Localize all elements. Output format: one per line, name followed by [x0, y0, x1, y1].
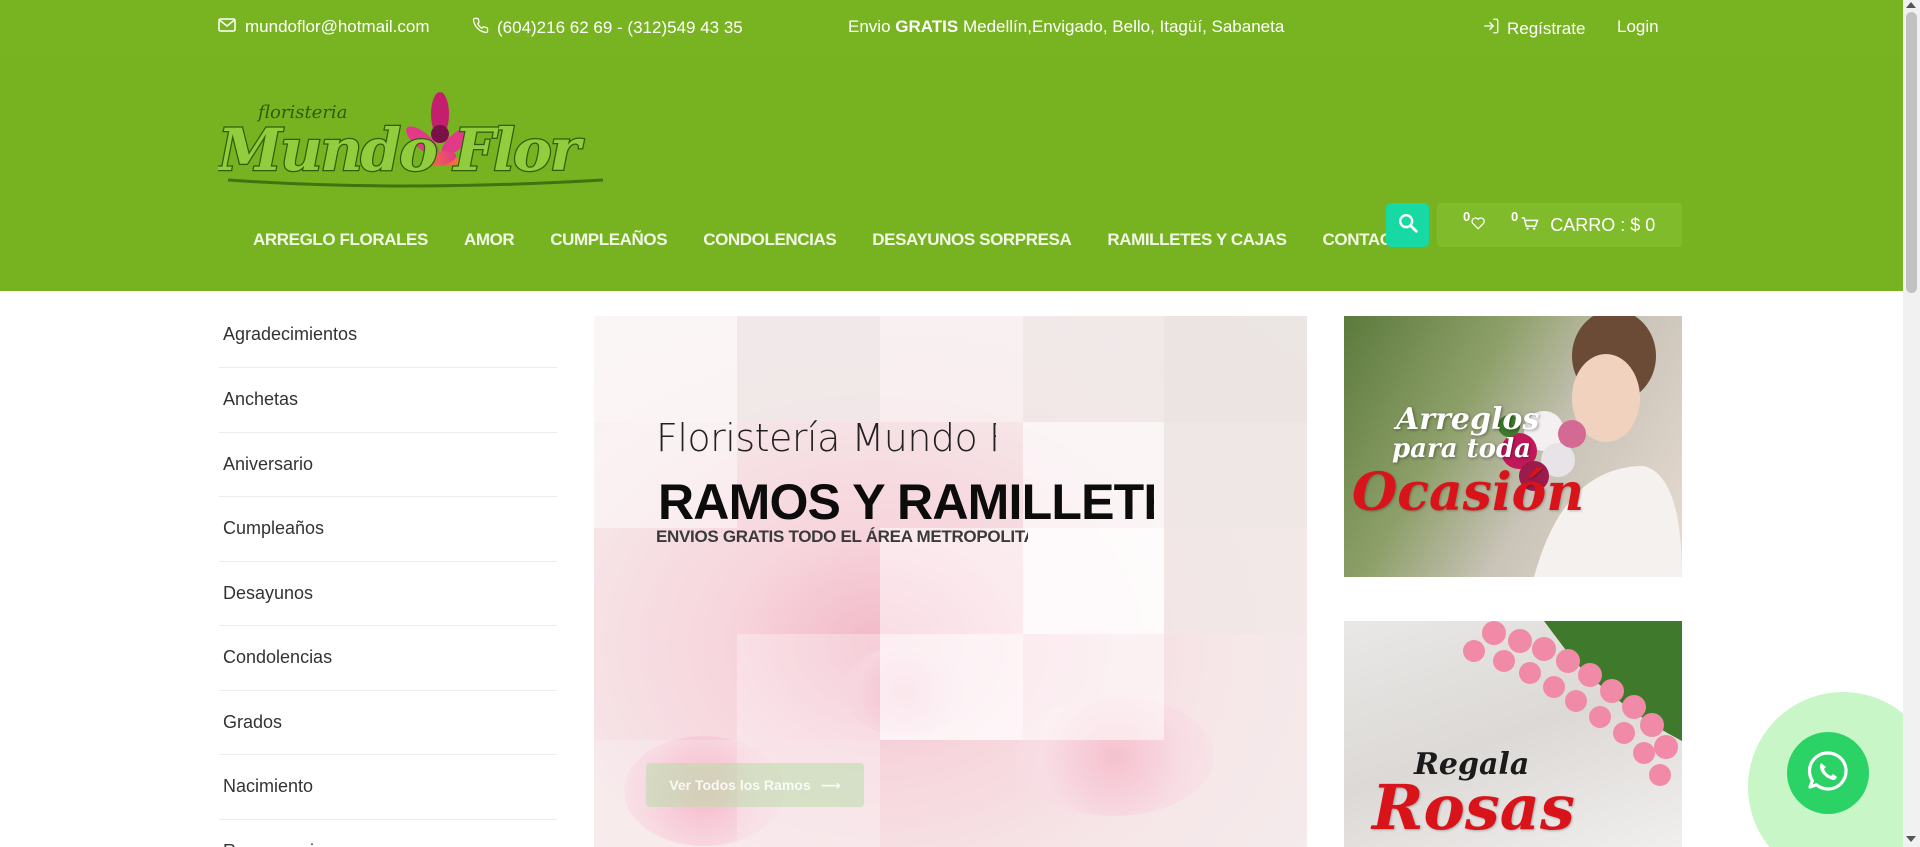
- slider-title: RAMOS Y RAMILLETES: [658, 474, 1154, 530]
- view-all-bouquets-button[interactable]: Ver Todos los Ramos ⟶: [646, 763, 864, 807]
- login-door-icon: [1482, 17, 1500, 40]
- nav-cumpleanos[interactable]: CUMPLEAÑOS: [550, 230, 667, 250]
- email-text: mundoflor@hotmail.com: [245, 17, 430, 36]
- category-item[interactable]: Recuperacion: [219, 820, 557, 847]
- whatsapp-button[interactable]: [1787, 732, 1869, 814]
- site-logo[interactable]: floristeria Mundo Flor: [215, 84, 608, 199]
- category-item[interactable]: Nacimiento: [219, 755, 557, 820]
- search-button[interactable]: [1386, 203, 1429, 247]
- search-icon: [1397, 212, 1419, 239]
- category-item[interactable]: Anchetas: [219, 368, 557, 433]
- scroll-down-arrow[interactable]: [1906, 836, 1916, 842]
- cart-total-label: CARRO : $ 0: [1550, 215, 1656, 235]
- category-item[interactable]: Condolencias: [219, 626, 557, 691]
- register-label: Regístrate: [1507, 18, 1586, 38]
- category-item[interactable]: Grados: [219, 691, 557, 755]
- category-item[interactable]: Cumpleaños: [219, 497, 557, 562]
- cart-area: 0 0 CARRO : $ 0: [1437, 203, 1682, 247]
- envio-bold: GRATIS: [895, 17, 959, 36]
- banner-arreglos-ocasion[interactable]: Arreglos para toda Ocasión: [1344, 316, 1682, 577]
- cart-count: 0: [1511, 209, 1519, 224]
- category-sidebar: Agradecimientos Anchetas Aniversario Cum…: [219, 310, 557, 847]
- phone-icon: [472, 17, 489, 39]
- banner-1-line2: para toda: [1392, 434, 1532, 464]
- main-header: floristeria Mundo Flor ARREGLO FLORALES …: [0, 54, 1920, 291]
- banner-2-big: Rosas: [1372, 771, 1575, 844]
- banner-1-line1: Arreglos: [1396, 402, 1540, 437]
- nav-desayunos-sorpresa[interactable]: DESAYUNOS SORPRESA: [872, 230, 1071, 250]
- scrollbar-thumb[interactable]: [1906, 12, 1917, 293]
- category-item[interactable]: Aniversario: [219, 433, 557, 497]
- arrow-right-icon: ⟶: [820, 776, 841, 793]
- hero-slider[interactable]: Floristería Mundo Flor RAMOS Y RAMILLETE…: [594, 316, 1307, 847]
- envio-prefix: Envio: [848, 17, 891, 36]
- contact-email[interactable]: mundoflor@hotmail.com: [218, 17, 430, 37]
- nav-arreglo-florales[interactable]: ARREGLO FLORALES: [253, 230, 428, 250]
- wishlist-count: 0: [1463, 209, 1471, 224]
- main-nav: ARREGLO FLORALES AMOR CUMPLEAÑOS CONDOLE…: [253, 230, 1450, 250]
- banner-regala-rosas[interactable]: Regala Rosas: [1344, 621, 1682, 847]
- top-bar: mundoflor@hotmail.com (604)216 62 69 - (…: [0, 0, 1920, 54]
- nav-condolencias[interactable]: CONDOLENCIAS: [703, 230, 836, 250]
- cart-icon: [1520, 211, 1540, 238]
- cart-button[interactable]: 0 CARRO : $ 0: [1511, 209, 1656, 238]
- logo-big-text: Mundo Flor: [218, 116, 585, 184]
- slider-subtitle: Floristería Mundo Flor: [656, 416, 996, 460]
- slider-tagline: ENVIOS GRATIS TODO EL ÁREA METROPOLITANA: [656, 527, 1028, 546]
- envelope-icon: [218, 17, 236, 37]
- phone-text: (604)216 62 69 - (312)549 43 35: [497, 18, 743, 37]
- envio-places: Medellín,Envigado, Bello, Itagüí, Sabane…: [962, 17, 1285, 36]
- category-item[interactable]: Agradecimientos: [219, 310, 557, 368]
- nav-amor[interactable]: AMOR: [464, 230, 515, 250]
- contact-phone[interactable]: (604)216 62 69 - (312)549 43 35: [472, 17, 743, 39]
- nav-ramilletes-y-cajas[interactable]: RAMILLETES Y CAJAS: [1107, 230, 1287, 250]
- heart-icon: [1470, 211, 1488, 238]
- category-item[interactable]: Desayunos: [219, 562, 557, 626]
- register-link[interactable]: Regístrate: [1482, 17, 1585, 40]
- shipping-notice: Envio GRATIS Medellín,Envigado, Bello, I…: [848, 17, 1284, 37]
- banner-1-big: Ocasión: [1352, 462, 1585, 523]
- wishlist-button[interactable]: 0: [1463, 209, 1488, 238]
- scroll-up-arrow[interactable]: [1906, 2, 1916, 8]
- button-label: Ver Todos los Ramos: [669, 777, 811, 793]
- login-link[interactable]: Login: [1617, 17, 1659, 37]
- whatsapp-icon: [1804, 747, 1852, 800]
